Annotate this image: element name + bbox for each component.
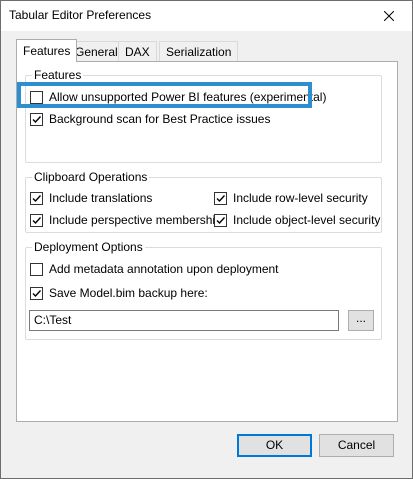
checkbox-checked[interactable]: [30, 213, 43, 227]
checkbox-label: Save Model.bim backup here:: [49, 286, 208, 300]
window-title: Tabular Editor Preferences: [9, 8, 152, 22]
include-object-level-security-checkbox[interactable]: Include object-level security: [214, 213, 380, 227]
checkmark-icon: [216, 194, 226, 202]
features-tab-panel: Features Allow unsupported Power BI feat…: [16, 61, 398, 422]
tab-dax[interactable]: DAX: [118, 41, 157, 61]
checkbox-unchecked[interactable]: [30, 262, 43, 276]
save-model-backup-checkbox[interactable]: Save Model.bim backup here:: [30, 286, 208, 300]
background-scan-checkbox[interactable]: Background scan for Best Practice issues: [30, 112, 270, 126]
include-translations-checkbox[interactable]: Include translations: [30, 191, 152, 205]
add-metadata-annotation-checkbox[interactable]: Add metadata annotation upon deployment: [30, 262, 279, 276]
tab-features[interactable]: Features: [16, 39, 78, 62]
include-perspective-membership-checkbox[interactable]: Include perspective membership: [30, 213, 222, 227]
checkbox-label: Include object-level security: [233, 213, 381, 227]
include-row-level-security-checkbox[interactable]: Include row-level security: [214, 191, 368, 205]
checkbox-checked[interactable]: [30, 286, 43, 300]
tab-serialization[interactable]: Serialization: [159, 41, 239, 61]
title-bar: Tabular Editor Preferences: [1, 1, 412, 31]
checkbox-label: Allow unsupported Power BI features (exp…: [49, 90, 327, 104]
checkbox-label: Include row-level security: [233, 191, 368, 205]
checkbox-label: Include perspective membership: [49, 213, 222, 227]
checkmark-icon: [32, 289, 42, 297]
checkbox-label: Add metadata annotation upon deployment: [49, 262, 279, 276]
checkbox-checked[interactable]: [214, 213, 227, 227]
close-icon: [384, 11, 394, 21]
clipboard-group-label: Clipboard Operations: [32, 170, 150, 184]
close-button[interactable]: [366, 1, 412, 31]
checkbox-unchecked[interactable]: [30, 90, 43, 104]
cancel-button[interactable]: Cancel: [319, 434, 394, 457]
checkbox-label: Background scan for Best Practice issues: [49, 112, 271, 126]
preferences-window: Tabular Editor Preferences Features Gene…: [0, 0, 413, 479]
deployment-group-label: Deployment Options: [32, 240, 145, 254]
checkbox-label: Include translations: [49, 191, 153, 205]
checkbox-checked[interactable]: [30, 112, 43, 126]
backup-path-input[interactable]: C:\Test: [29, 310, 339, 331]
checkmark-icon: [32, 216, 42, 224]
browse-button[interactable]: ...: [348, 310, 374, 331]
checkmark-icon: [32, 115, 42, 123]
checkbox-checked[interactable]: [30, 191, 43, 205]
ok-button[interactable]: OK: [237, 434, 312, 457]
features-group-label: Features: [32, 68, 84, 82]
allow-unsupported-powerbi-checkbox[interactable]: Allow unsupported Power BI features (exp…: [30, 90, 326, 104]
checkbox-checked[interactable]: [214, 191, 227, 205]
checkmark-icon: [32, 194, 42, 202]
checkmark-icon: [216, 216, 226, 224]
